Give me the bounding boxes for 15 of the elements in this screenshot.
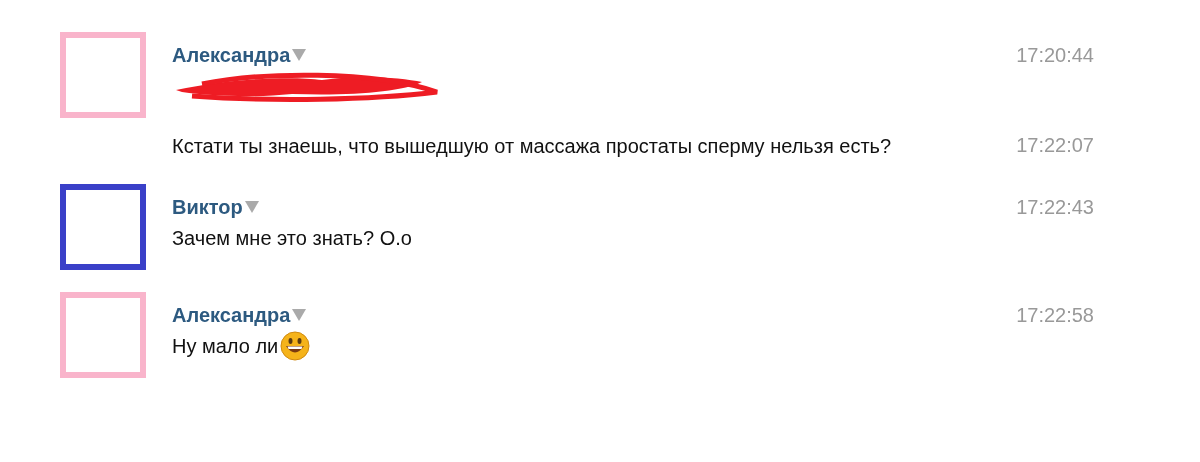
author-name[interactable]: Александра: [172, 43, 291, 67]
message-text: Ну мало ли: [172, 334, 279, 359]
avatar[interactable]: [60, 184, 146, 270]
message-time: 17:22:43: [1016, 195, 1094, 220]
caret-icon[interactable]: [292, 309, 307, 321]
message-time: 17:22:07: [1016, 133, 1094, 158]
message-time: 17:20:44: [1016, 43, 1094, 68]
message-text: Кстати ты знаешь, что вышедшую от массажа простаты сперму нельзя есть?: [172, 134, 892, 159]
message-text: Зачем мне это знать? O.o: [172, 226, 412, 251]
grinning-emoji-icon: [280, 331, 311, 361]
caret-icon[interactable]: [244, 201, 259, 213]
caret-icon[interactable]: [292, 49, 307, 61]
author-name[interactable]: Виктор: [172, 195, 243, 219]
message-time: 17:22:58: [1016, 303, 1094, 328]
author-name[interactable]: Александра: [172, 303, 291, 327]
